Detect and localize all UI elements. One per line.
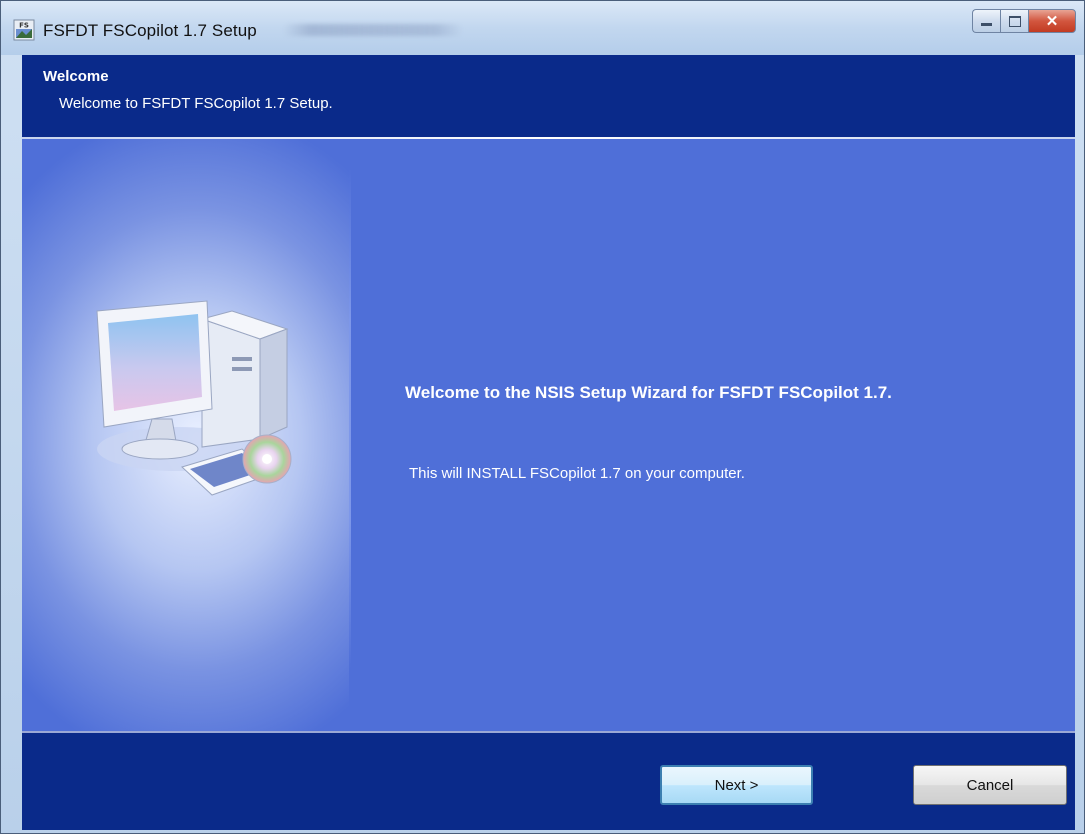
wizard-content: Welcome to the NSIS Setup Wizard for FSF… (22, 139, 1075, 731)
welcome-body: This will INSTALL FSCopilot 1.7 on your … (409, 465, 745, 482)
installer-window: FS FSFDT FSCopilot 1.7 Setup ✕ Welcome W… (0, 0, 1085, 834)
close-button[interactable]: ✕ (1028, 9, 1076, 33)
maximize-icon (1008, 15, 1021, 27)
cancel-button[interactable]: Cancel (913, 765, 1067, 805)
minimize-button[interactable] (972, 9, 1000, 33)
header-subtitle: Welcome to FSFDT FSCopilot 1.7 Setup. (59, 95, 333, 112)
svg-text:FS: FS (19, 22, 29, 30)
minimize-icon (981, 22, 992, 26)
title-blur (283, 24, 463, 36)
maximize-button[interactable] (1000, 9, 1028, 33)
close-icon: ✕ (1045, 13, 1059, 30)
wizard-header: Welcome Welcome to FSFDT FSCopilot 1.7 S… (22, 55, 1075, 137)
window-title: FSFDT FSCopilot 1.7 Setup (43, 21, 257, 40)
caption-buttons: ✕ (972, 9, 1076, 35)
panel-divider (349, 169, 351, 669)
computer-icon (96, 300, 292, 496)
app-icon: FS (13, 19, 35, 41)
welcome-heading: Welcome to the NSIS Setup Wizard for FSF… (405, 383, 892, 402)
next-button[interactable]: Next > (660, 765, 813, 805)
illustration-panel (22, 139, 349, 731)
header-title: Welcome (43, 68, 109, 85)
wizard-footer: Next > Cancel (22, 733, 1075, 830)
title-bar[interactable]: FS FSFDT FSCopilot 1.7 Setup ✕ (1, 1, 1084, 55)
